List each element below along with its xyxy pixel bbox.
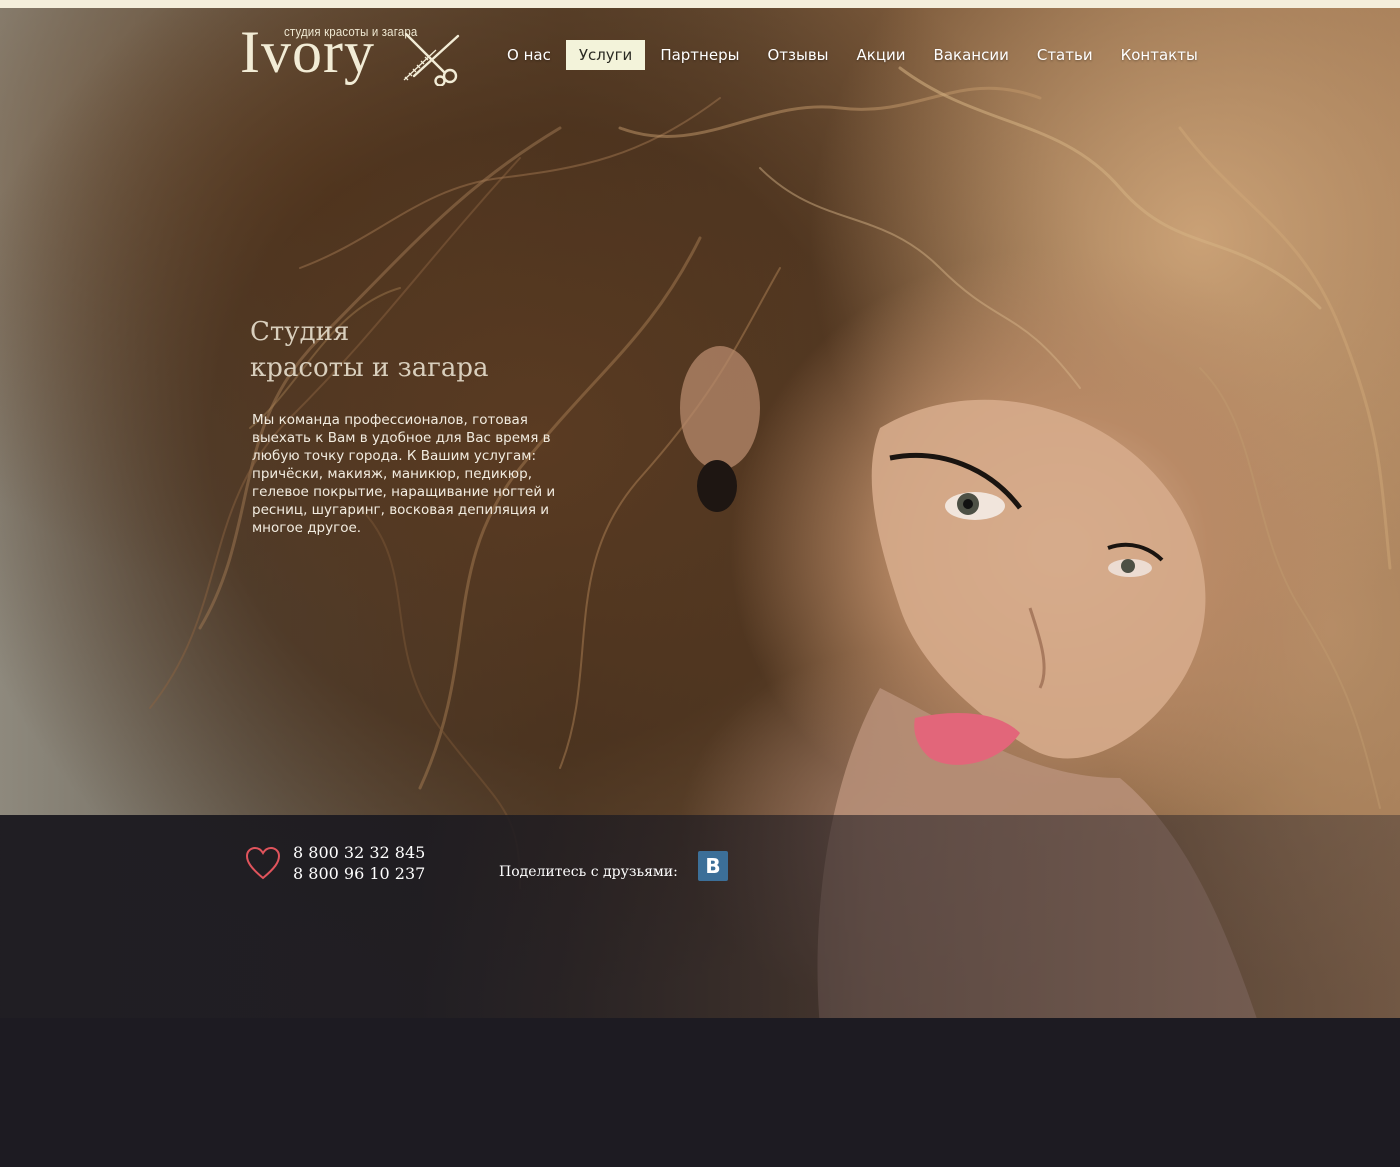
- phone-number-2[interactable]: 8 800 96 10 237: [293, 864, 425, 883]
- nav-item-vacancies[interactable]: Вакансии: [921, 40, 1022, 70]
- scissors-icon: [403, 32, 460, 86]
- hero-description: Мы команда профессионалов, готовая выеха…: [252, 412, 556, 536]
- share-label: Поделитесь с друзьями:: [499, 864, 678, 880]
- phone-number-1[interactable]: 8 800 32 32 845: [293, 843, 425, 862]
- nav-item-services[interactable]: Услуги: [565, 40, 646, 70]
- logo-wordmark: Ivory: [240, 19, 375, 85]
- logo[interactable]: студия красоты и загара Ivory: [240, 22, 470, 102]
- comb-icon: [403, 49, 437, 81]
- contact-bar: [0, 815, 1400, 1018]
- hero-title-line1: Студия: [250, 317, 350, 347]
- nav-item-promotions[interactable]: Акции: [844, 40, 919, 70]
- nav-item-about[interactable]: О нас: [494, 40, 564, 70]
- hero-title-line2: красоты и загара: [250, 353, 489, 383]
- nav-item-reviews[interactable]: Отзывы: [754, 40, 841, 70]
- nav-item-partners[interactable]: Партнеры: [647, 40, 752, 70]
- nav-item-contacts[interactable]: Контакты: [1108, 40, 1211, 70]
- main-nav: О нас Услуги Партнеры Отзывы Акции Вакан…: [494, 40, 1213, 70]
- vk-icon[interactable]: B: [698, 851, 728, 881]
- top-strip: [0, 0, 1400, 8]
- heart-icon: [245, 846, 281, 880]
- page-bottom: [0, 1018, 1400, 1167]
- nav-item-articles[interactable]: Статьи: [1024, 40, 1106, 70]
- hero-title: Студия красоты и загара: [250, 314, 610, 386]
